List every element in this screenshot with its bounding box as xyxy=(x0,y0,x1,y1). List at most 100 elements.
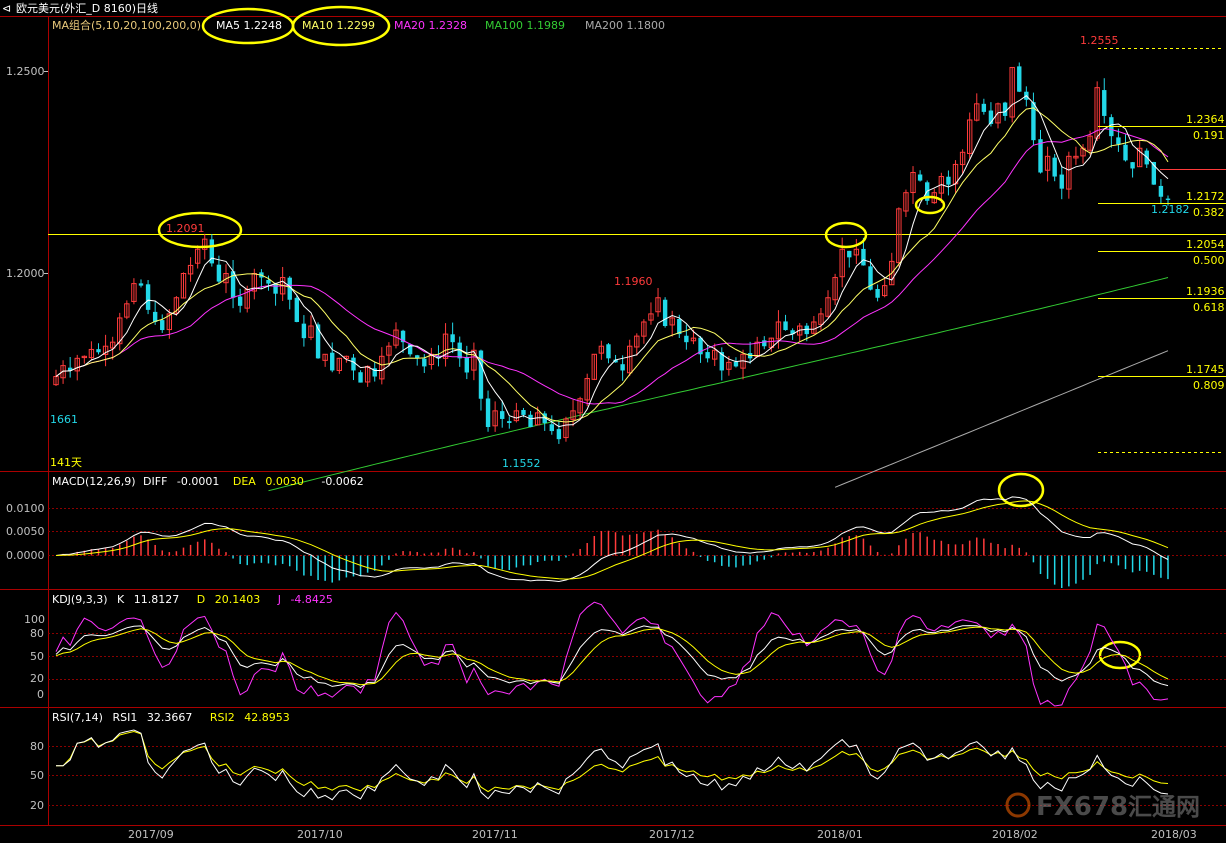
kdj-d-line xyxy=(55,626,1169,686)
candle-body xyxy=(705,352,710,359)
high-label-12555: 1.2555 xyxy=(1080,34,1119,47)
candle-body xyxy=(422,358,427,367)
price-annotations: 1.2091 1.1960 1.2555 1.1552 1.2182 1661 … xyxy=(50,34,1190,470)
candle-body xyxy=(1059,174,1064,189)
fib-price-0809: 1.1745 xyxy=(1186,363,1225,376)
candle-body xyxy=(875,289,880,298)
rsi-y-tick-80: 80 xyxy=(30,740,44,753)
macd-y-tick-0050: 0.0050 xyxy=(6,525,45,538)
rsi2-path xyxy=(56,730,1169,793)
macd-diff-path xyxy=(55,496,1169,583)
kdj-y-tick-80: 80 xyxy=(30,627,44,640)
ma20-label: MA20 1.2328 xyxy=(394,19,467,32)
candle-body xyxy=(358,372,363,383)
y-tick-12500: 1.2500 xyxy=(6,65,45,78)
candle-body xyxy=(1123,144,1128,161)
chart-title: 欧元美元(外汇_D 8160)日线 xyxy=(16,1,158,15)
candle-body xyxy=(450,334,455,343)
candle-body xyxy=(1102,90,1107,116)
ma200-line xyxy=(834,350,1169,488)
candle-body xyxy=(273,283,278,294)
ma10-label: MA10 1.2299 xyxy=(302,19,375,32)
high-label-12091: 1.2091 xyxy=(166,222,205,235)
ma100-path xyxy=(268,277,1169,492)
x-label-201710: 2017/10 xyxy=(297,828,343,841)
kdj-legend: KDJ(9,3,3) K 11.8127 D 20.1403 J -4.8425 xyxy=(52,593,333,606)
x-label-201802: 2018/02 xyxy=(992,828,1038,841)
candle-body xyxy=(847,250,852,258)
ma-legend: MA组合(5,10,20,100,200,0) MA5 1.2248 MA10 … xyxy=(52,18,665,32)
candle-body xyxy=(946,176,951,185)
candle-body xyxy=(549,424,554,432)
fib-price-0382: 1.2172 xyxy=(1186,190,1225,203)
x-label-201801: 2018/01 xyxy=(817,828,863,841)
ma5-path xyxy=(55,95,1169,428)
candle-body xyxy=(216,264,222,282)
x-label-201709: 2017/09 xyxy=(128,828,174,841)
candle-body xyxy=(507,421,512,423)
candle-body xyxy=(662,299,668,327)
candle-body xyxy=(464,356,469,373)
low-label-11552: 1.1552 xyxy=(502,457,541,470)
macd-diff-line xyxy=(55,496,1169,583)
high-label-11960: 1.1960 xyxy=(614,275,653,288)
rsi-y-tick-20: 20 xyxy=(30,799,44,812)
ma20-line xyxy=(55,128,1169,405)
fib-ratio-0191: 0.191 xyxy=(1193,129,1225,142)
macd-y-tick-0000: 0.0000 xyxy=(6,549,45,562)
rsi2-line xyxy=(56,730,1169,793)
rsi-y-tick-50: 50 xyxy=(30,769,44,782)
candle-body xyxy=(1002,102,1008,116)
candle-body xyxy=(294,297,300,322)
kdj-y-tick-50: 50 xyxy=(30,650,44,663)
stock-chart[interactable]: ⊲ 欧元美元(外汇_D 8160)日线 MA组合(5,10,20,100,200… xyxy=(0,0,1226,843)
candle-body xyxy=(762,340,767,347)
macd-dea-line xyxy=(55,500,1169,580)
circle-small xyxy=(914,195,946,215)
back-arrow-icon[interactable]: ⊲ xyxy=(2,2,11,15)
days-label: 141天 xyxy=(50,456,82,469)
candle-body xyxy=(620,364,625,371)
watermark-text-cn: 汇通网 xyxy=(1128,793,1200,821)
ma10-path xyxy=(55,107,1169,423)
candle-body xyxy=(528,414,533,428)
fib-ratio-0500: 0.500 xyxy=(1193,254,1225,267)
candle-body xyxy=(917,174,923,181)
ma20-path xyxy=(55,128,1169,405)
x-label-201711: 2017/11 xyxy=(472,828,518,841)
candle-body xyxy=(266,279,271,284)
ma5-label: MA5 1.2248 xyxy=(216,19,282,32)
candle-body xyxy=(160,320,165,331)
fib-price-0500: 1.2054 xyxy=(1186,238,1225,251)
last-label-12182: 1.2182 xyxy=(1151,203,1190,216)
price-y-axis: 1.2500 1.2000 xyxy=(6,65,48,280)
fib-levels: 1.2364 0.191 1.2172 0.382 1.2054 0.500 1… xyxy=(1098,48,1226,453)
kdj-d-path xyxy=(55,626,1169,686)
candle-body xyxy=(521,410,526,415)
fib-ratio-0618: 0.618 xyxy=(1193,301,1225,314)
kdj-panel: KDJ(9,3,3) K 11.8127 D 20.1403 J -4.8425… xyxy=(24,593,1226,701)
candle-body xyxy=(145,284,151,310)
kdj-j-path xyxy=(55,601,1169,707)
candle-body xyxy=(861,248,866,266)
ma100-label: MA100 1.1989 xyxy=(485,19,565,32)
macd-y-tick-0100: 0.0100 xyxy=(6,502,45,515)
rsi-legend: RSI(7,14) RSI1 32.3667 RSI2 42.8953 xyxy=(52,711,290,724)
low-label-1661: 1661 xyxy=(50,413,78,426)
candle-body xyxy=(783,321,788,331)
candle-body xyxy=(1165,198,1171,200)
candle-body xyxy=(1116,137,1121,145)
candle-body xyxy=(485,398,491,428)
candles xyxy=(53,62,1171,444)
candle-body xyxy=(981,103,987,112)
candle-body xyxy=(1130,162,1135,169)
title-bar: ⊲ 欧元美元(外汇_D 8160)日线 xyxy=(2,1,158,15)
candle-body xyxy=(684,335,689,343)
macd-histogram xyxy=(62,529,1169,588)
watermark: FX678 汇通网 xyxy=(1005,792,1200,822)
candle-body xyxy=(351,357,356,371)
ma100-line xyxy=(268,277,1169,492)
ma10-line xyxy=(55,107,1169,423)
fib-price-0191: 1.2364 xyxy=(1186,113,1225,126)
x-label-201712: 2017/12 xyxy=(649,828,695,841)
